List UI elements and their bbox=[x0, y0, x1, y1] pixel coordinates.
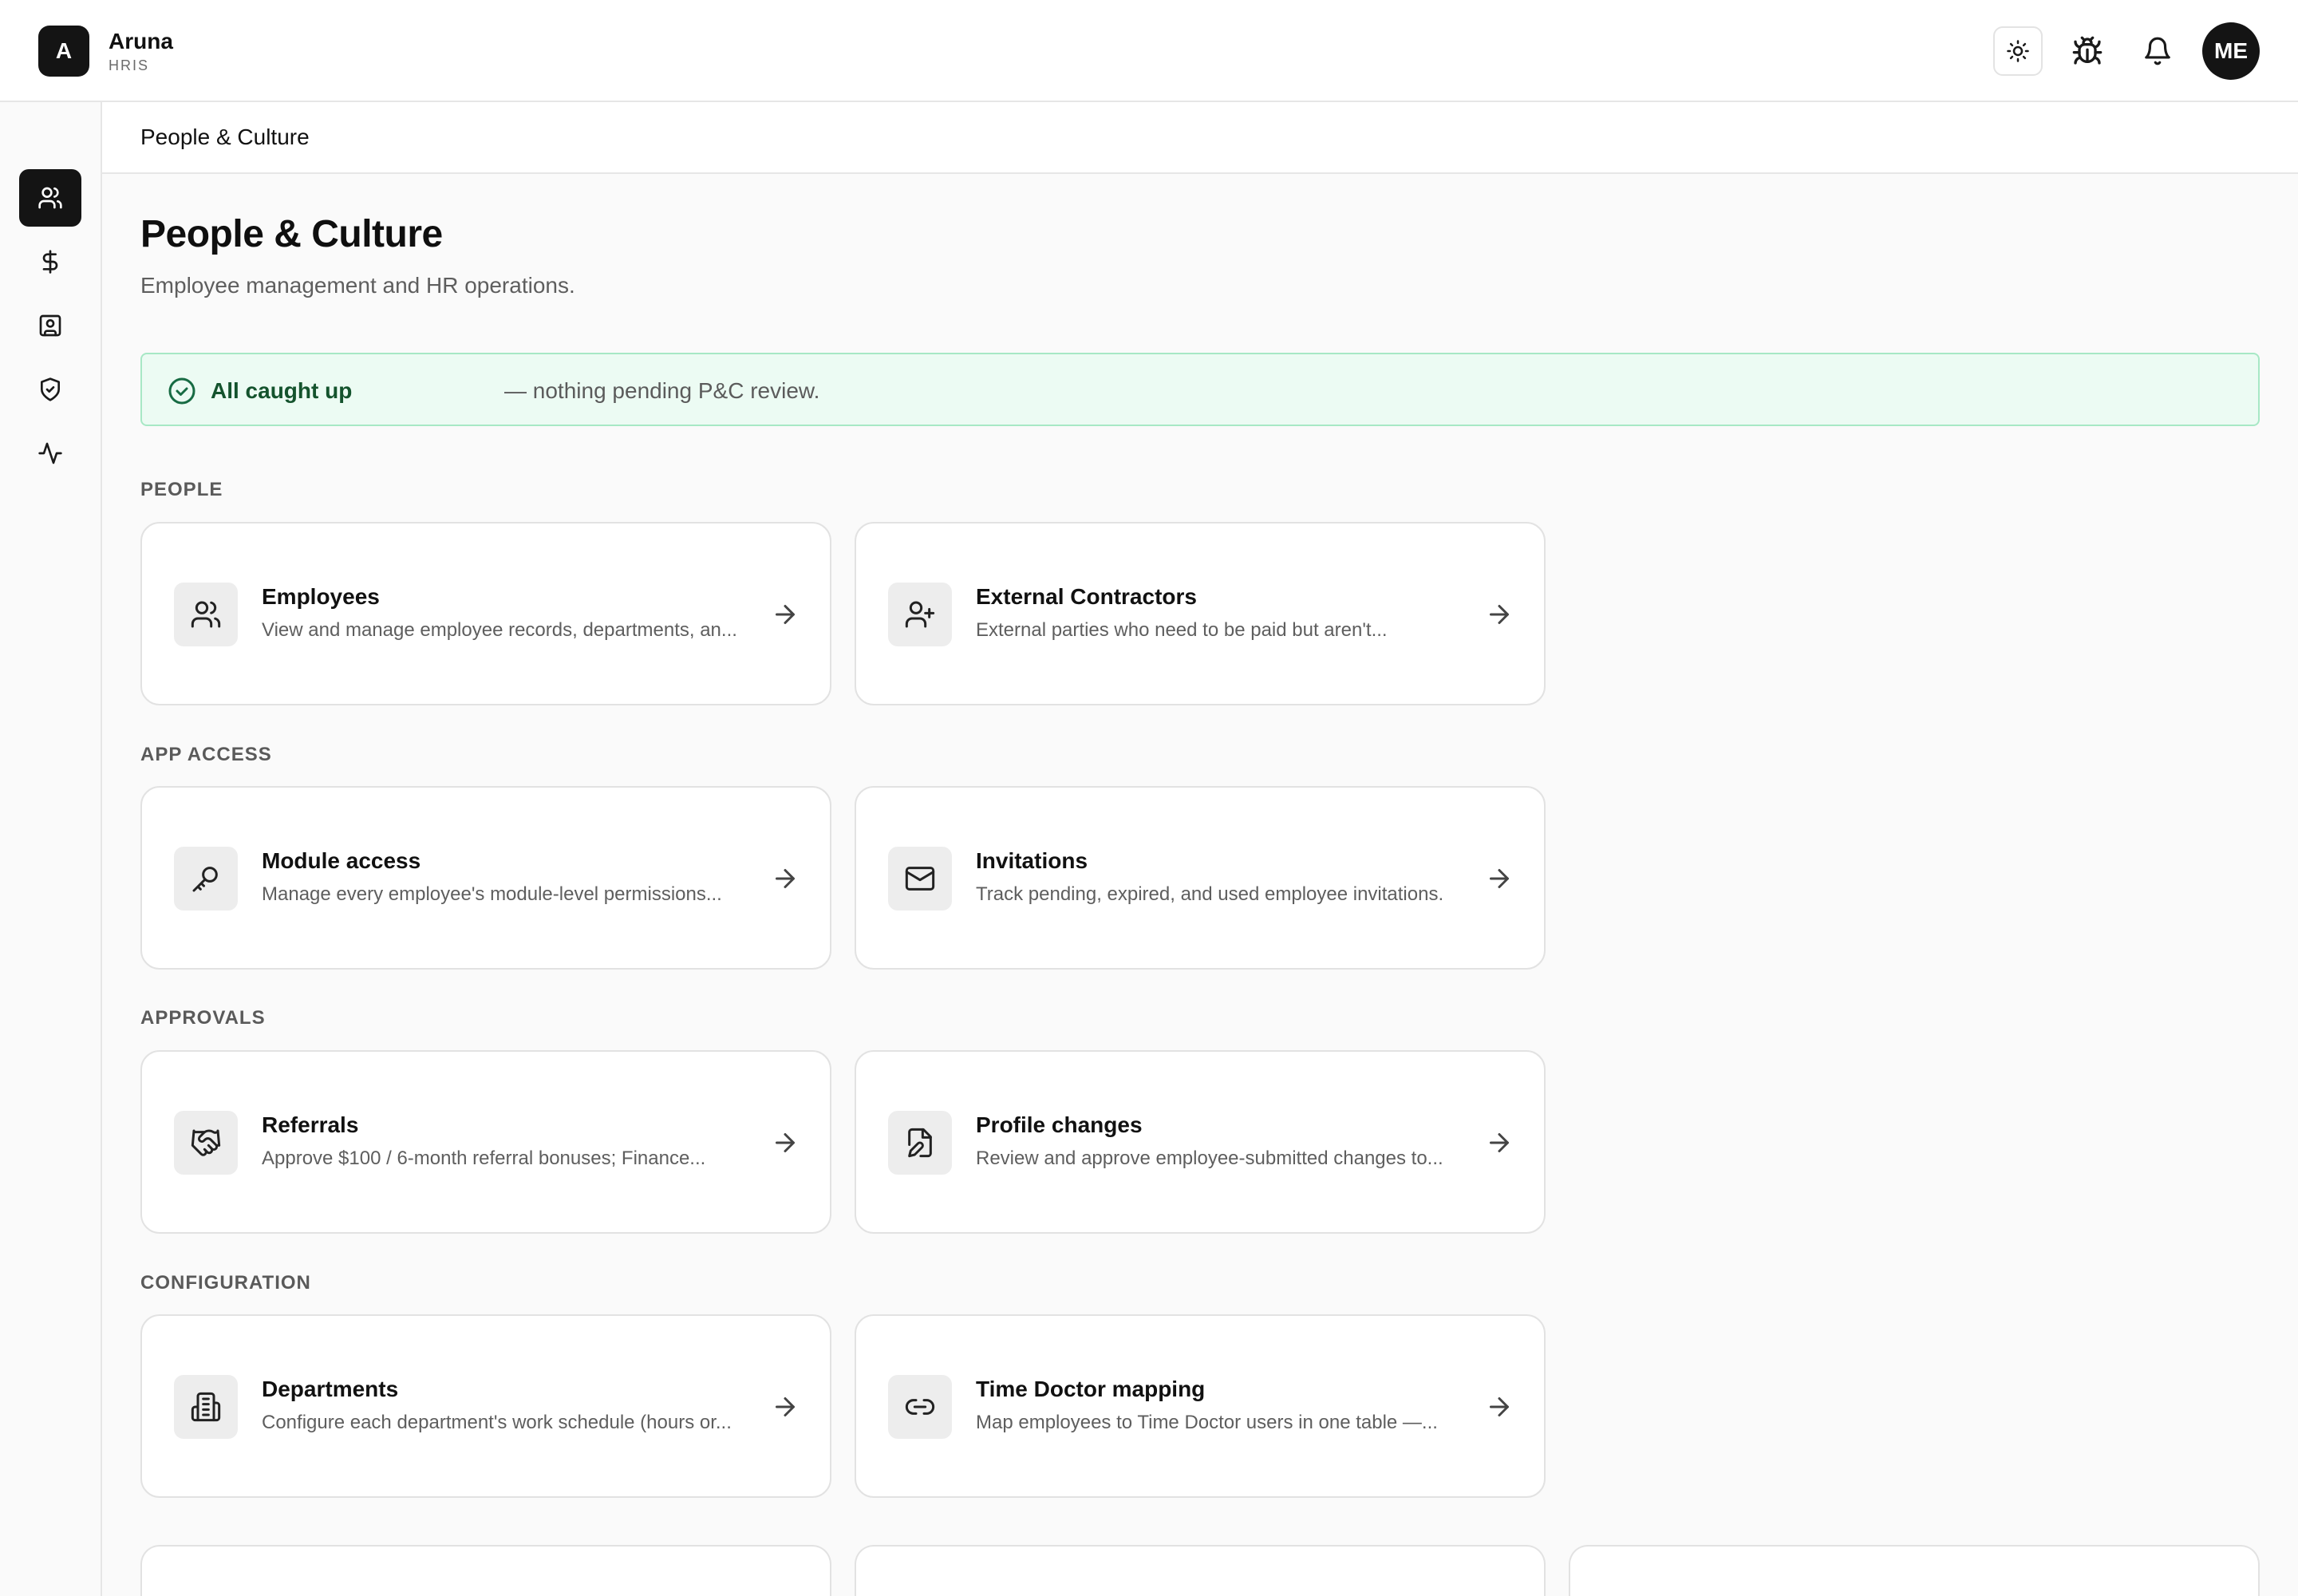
card-title: Module access bbox=[262, 848, 421, 873]
card-icon-container bbox=[174, 583, 238, 646]
card-description: Map employees to Time Doctor users in on… bbox=[976, 1412, 1438, 1433]
card-partial[interactable] bbox=[140, 1545, 831, 1596]
card-departments[interactable]: Departments Configure each department's … bbox=[140, 1314, 831, 1498]
card-partial[interactable] bbox=[1569, 1545, 2260, 1596]
card-title: Profile changes bbox=[976, 1112, 1143, 1137]
section-label-people: PEOPLE bbox=[140, 479, 223, 500]
handshake-icon bbox=[191, 1129, 221, 1156]
arrow-right-icon bbox=[1490, 1133, 1509, 1152]
arrow-right-icon bbox=[776, 1397, 795, 1416]
card-icon-container bbox=[888, 583, 952, 646]
notifications-button[interactable] bbox=[2132, 26, 2183, 77]
card-title: Departments bbox=[262, 1377, 399, 1401]
key-icon bbox=[192, 867, 218, 892]
brand-logo[interactable]: A bbox=[38, 26, 89, 77]
activity-icon bbox=[38, 442, 62, 464]
page-subtitle: Employee management and HR operations. bbox=[140, 273, 575, 298]
card-partial[interactable] bbox=[855, 1545, 1546, 1596]
sidebar bbox=[0, 102, 102, 1596]
card-icon-container bbox=[174, 847, 238, 911]
id-card-icon bbox=[39, 314, 61, 337]
mail-icon bbox=[905, 867, 935, 891]
arrow-right-icon bbox=[1490, 605, 1509, 624]
card-description: Track pending, expired, and used employe… bbox=[976, 883, 1444, 905]
sun-icon bbox=[2007, 40, 2029, 62]
card-title: Referrals bbox=[262, 1112, 359, 1137]
header-actions: ME bbox=[1993, 22, 2260, 80]
card-title: Invitations bbox=[976, 848, 1088, 873]
file-edit-icon bbox=[908, 1128, 932, 1158]
bug-report-button[interactable] bbox=[2062, 26, 2113, 77]
card-employees[interactable]: Employees View and manage employee recor… bbox=[140, 522, 831, 705]
card-icon-container bbox=[888, 1375, 952, 1439]
building-icon bbox=[191, 1392, 221, 1422]
arrow-right-icon bbox=[776, 869, 795, 888]
card-external-contractors[interactable]: External Contractors External parties wh… bbox=[855, 522, 1546, 705]
dollar-icon bbox=[42, 250, 58, 274]
card-icon-container bbox=[174, 1111, 238, 1175]
user-avatar[interactable]: ME bbox=[2202, 22, 2260, 80]
status-banner: All caught up — nothing pending P&C revi… bbox=[140, 353, 2260, 426]
card-profile-changes[interactable]: Profile changes Review and approve emplo… bbox=[855, 1050, 1546, 1234]
arrow-right-icon bbox=[1490, 869, 1509, 888]
app-name: Aruna bbox=[109, 29, 173, 53]
sidebar-item-activity[interactable] bbox=[19, 425, 81, 482]
link-icon bbox=[905, 1399, 935, 1415]
sidebar-item-finance[interactable] bbox=[19, 233, 81, 290]
app-subtitle: HRIS bbox=[109, 57, 150, 73]
banner-message: — nothing pending P&C review. bbox=[504, 378, 820, 403]
sidebar-item-security[interactable] bbox=[19, 361, 81, 418]
arrow-right-icon bbox=[1490, 1397, 1509, 1416]
arrow-right-icon bbox=[776, 605, 795, 624]
card-icon-container bbox=[888, 1111, 952, 1175]
card-description: View and manage employee records, depart… bbox=[262, 619, 737, 641]
section-label-app-access: APP ACCESS bbox=[140, 744, 272, 765]
page-title: People & Culture bbox=[140, 213, 443, 255]
sidebar-item-directory[interactable] bbox=[19, 297, 81, 354]
card-module-access[interactable]: Module access Manage every employee's mo… bbox=[140, 786, 831, 970]
top-bar: A Aruna HRIS ME bbox=[0, 0, 2298, 102]
bug-icon bbox=[2072, 36, 2103, 65]
shield-check-icon bbox=[41, 377, 60, 401]
arrow-right-icon bbox=[776, 1133, 795, 1152]
card-invitations[interactable]: Invitations Track pending, expired, and … bbox=[855, 786, 1546, 970]
card-description: Manage every employee's module-level per… bbox=[262, 883, 722, 905]
sidebar-item-people[interactable] bbox=[19, 169, 81, 227]
card-description: Configure each department's work schedul… bbox=[262, 1412, 732, 1433]
users-icon bbox=[38, 187, 62, 209]
card-referrals[interactable]: Referrals Approve $100 / 6-month referra… bbox=[140, 1050, 831, 1234]
section-label-configuration: CONFIGURATION bbox=[140, 1272, 311, 1294]
card-title: Employees bbox=[262, 584, 380, 609]
card-time-doctor-mapping[interactable]: Time Doctor mapping Map employees to Tim… bbox=[855, 1314, 1546, 1498]
card-description: Approve $100 / 6-month referral bonuses;… bbox=[262, 1148, 706, 1169]
user-plus-icon bbox=[905, 601, 935, 628]
users-icon bbox=[191, 601, 221, 628]
card-icon-container bbox=[174, 1375, 238, 1439]
card-description: External parties who need to be paid but… bbox=[976, 619, 1388, 641]
breadcrumb-bar: People & Culture bbox=[102, 102, 2298, 174]
card-title: Time Doctor mapping bbox=[976, 1377, 1206, 1401]
bell-icon bbox=[2145, 37, 2170, 65]
card-description: Review and approve employee-submitted ch… bbox=[976, 1148, 1443, 1169]
section-label-approvals: APPROVALS bbox=[140, 1007, 266, 1029]
banner-status: All caught up bbox=[211, 378, 353, 403]
card-title: External Contractors bbox=[976, 584, 1197, 609]
theme-toggle-button[interactable] bbox=[1993, 26, 2043, 76]
check-circle-icon bbox=[168, 377, 195, 405]
card-icon-container bbox=[888, 847, 952, 911]
breadcrumb[interactable]: People & Culture bbox=[140, 124, 310, 150]
